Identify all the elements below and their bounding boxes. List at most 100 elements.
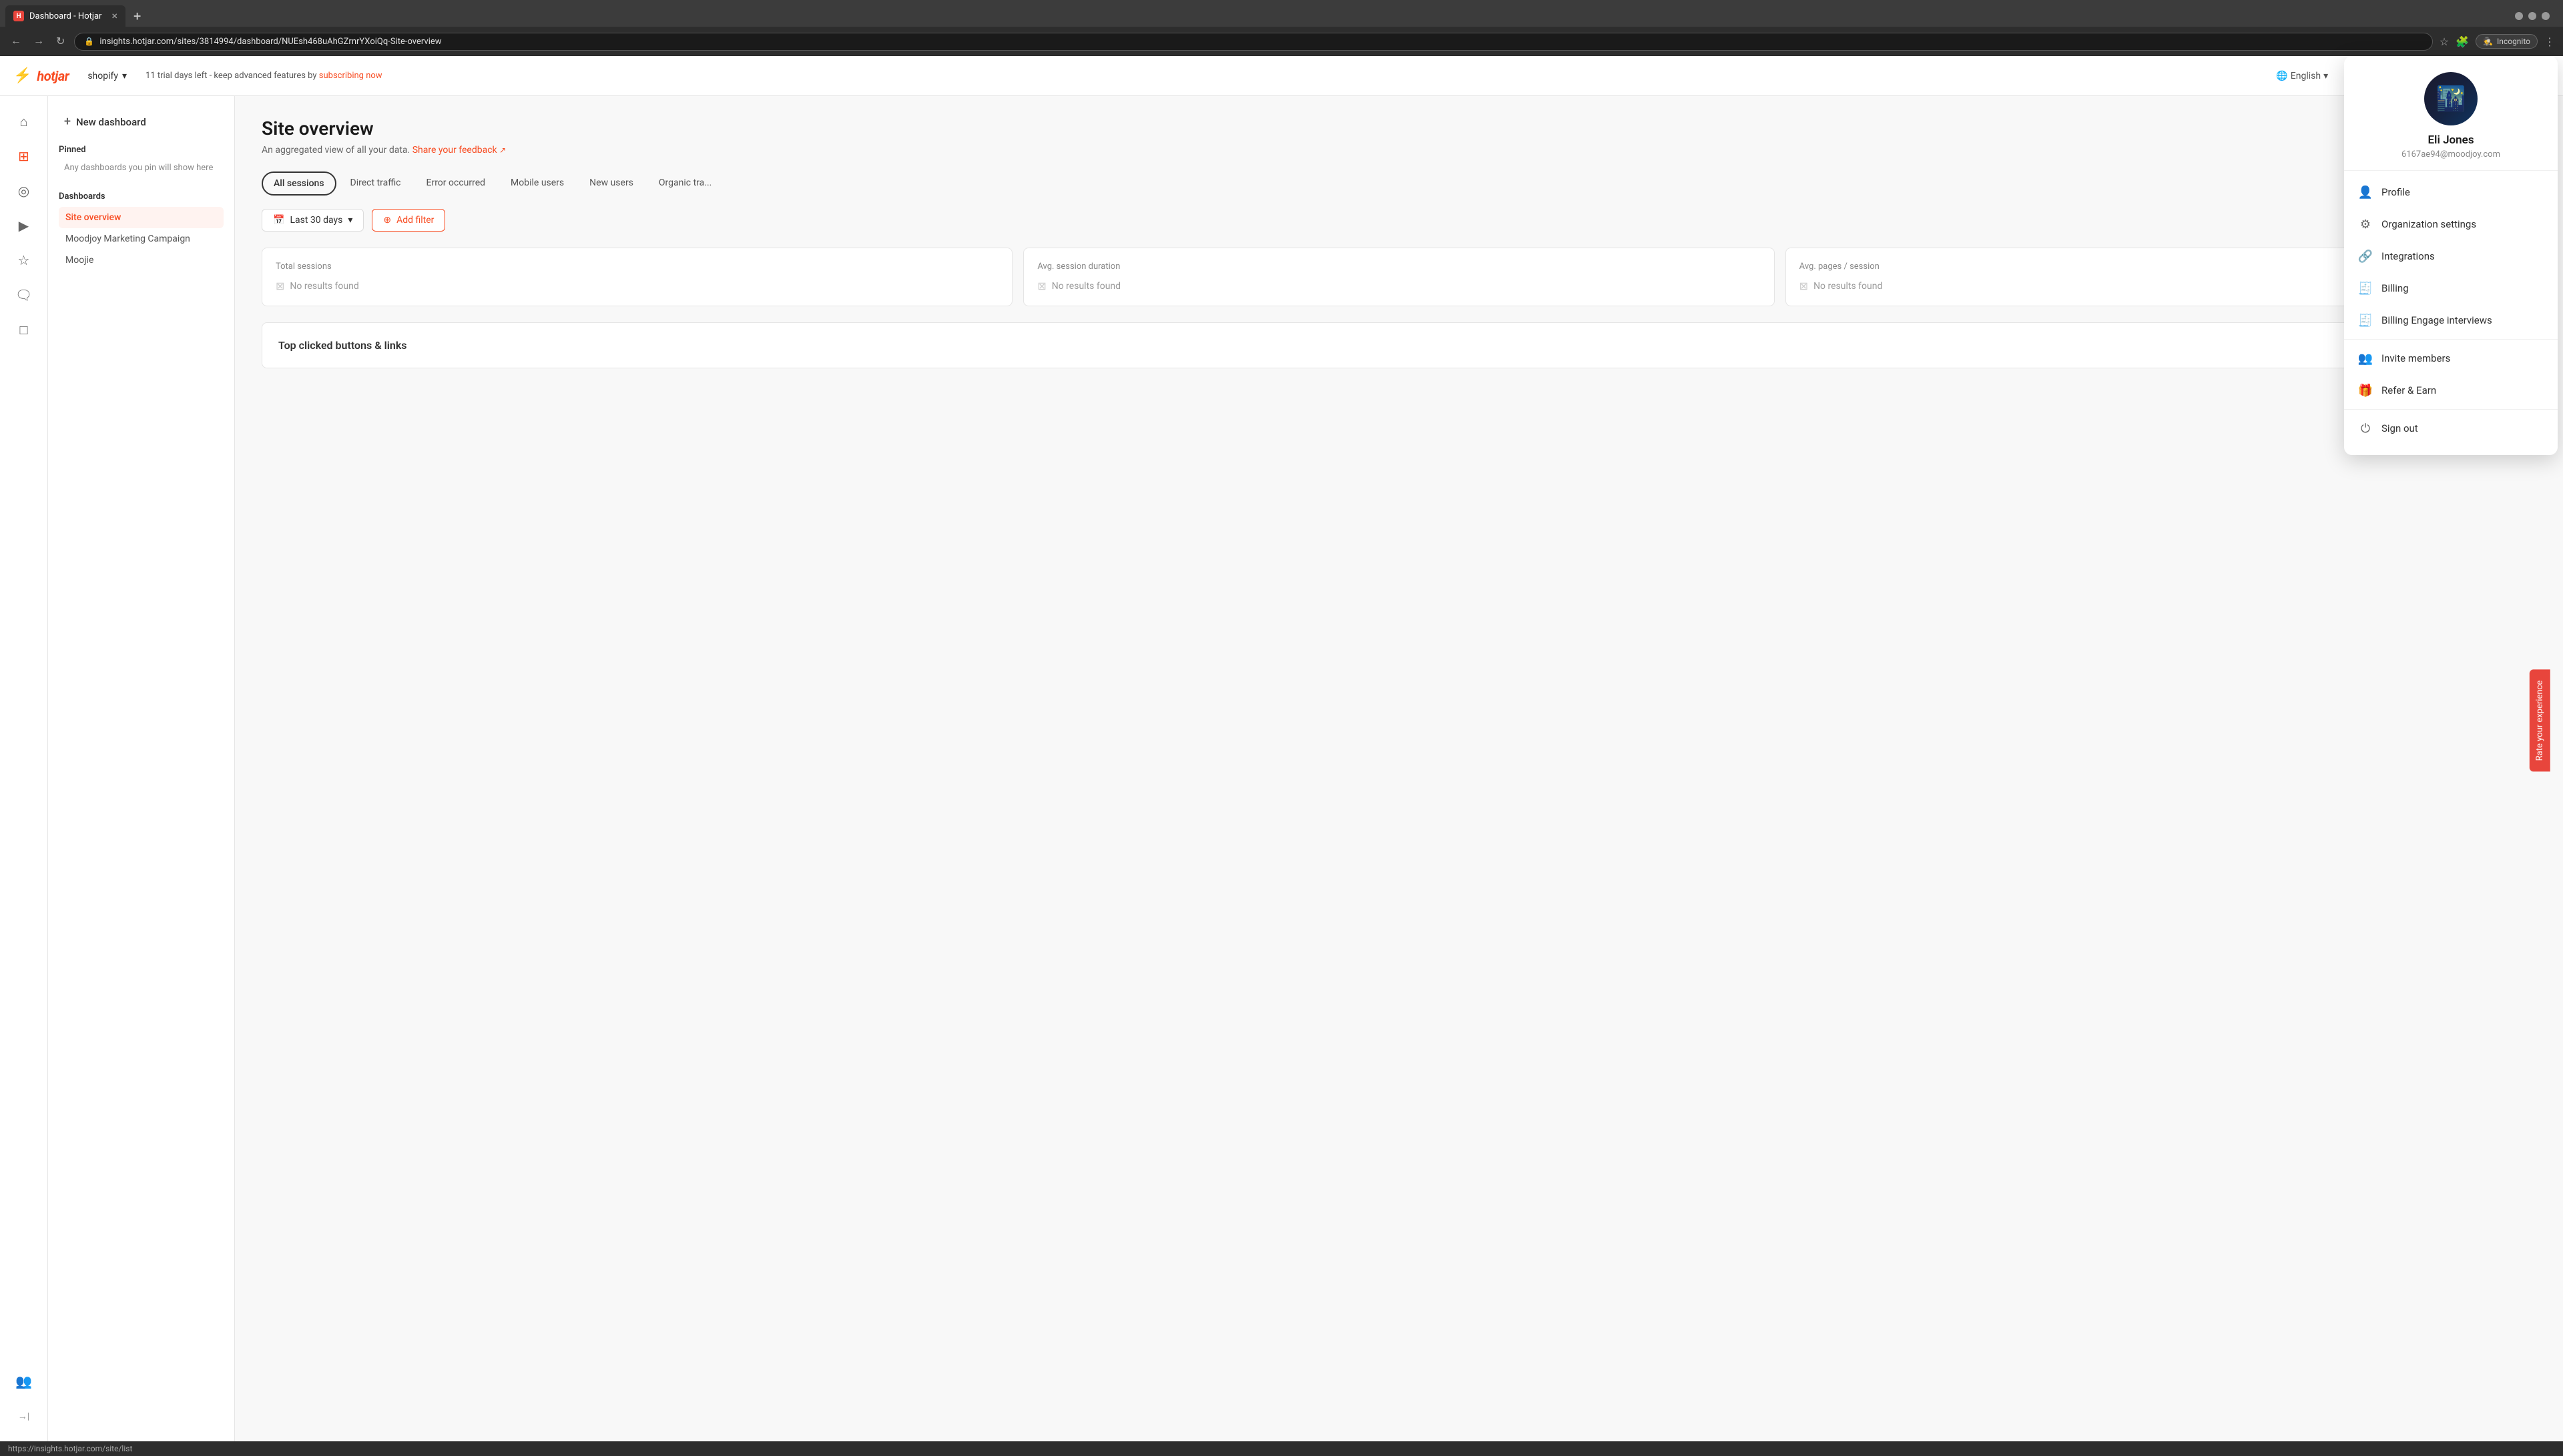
extension-icon[interactable]: 🧩: [2456, 35, 2469, 48]
stats-grid: Total sessions ⊠ No results found Avg. s…: [262, 248, 2536, 306]
invite-icon: 👥: [2357, 350, 2373, 366]
sidebar: ⌂ ⊞ ◎ ▶ ☆ 🗨 □ 👥 →|: [0, 96, 48, 1441]
user-dropdown: 🌃 Eli Jones 6167ae94@moodjoy.com 👤 Profi…: [2344, 56, 2558, 455]
dropdown-item-billing-engage[interactable]: 🧾 Billing Engage interviews: [2344, 304, 2558, 336]
feedback-link[interactable]: Share your feedback: [412, 145, 497, 155]
tab-error-occurred[interactable]: Error occurred: [415, 171, 497, 196]
sidebar-item-integrations[interactable]: □: [9, 315, 39, 344]
refer-icon: 🎁: [2357, 382, 2373, 398]
back-button[interactable]: ←: [8, 33, 24, 50]
filters-row: 📅 Last 30 days ▾ ⊕ Add filter: [262, 209, 2536, 232]
language-selector[interactable]: 🌐 English ▾: [2271, 68, 2333, 84]
stat-value-avg-duration: No results found: [1052, 281, 1121, 292]
tab-all-sessions[interactable]: All sessions: [262, 171, 336, 196]
incognito-badge: 🕵 Incognito: [2476, 34, 2538, 49]
profile-icon: 👤: [2357, 184, 2373, 200]
add-filter-button[interactable]: ⊕ Add filter: [372, 209, 445, 232]
left-panel: + New dashboard Pinned Any dashboards yo…: [48, 96, 235, 1441]
pinned-section-title: Pinned: [59, 145, 224, 155]
plus-icon: +: [64, 115, 71, 129]
hotjar-logo: ⚡ hotjar: [13, 67, 69, 84]
dropdown-header: 🌃 Eli Jones 6167ae94@moodjoy.com: [2344, 56, 2558, 171]
reload-button[interactable]: ↻: [53, 32, 67, 51]
tab-close-button[interactable]: ×: [111, 11, 117, 21]
top-nav: ⚡ hotjar shopify ▾ 11 trial days left - …: [0, 56, 2563, 96]
more-options-icon[interactable]: ⋮: [2544, 35, 2555, 48]
nav-item-moodjoy[interactable]: Moodjoy Marketing Campaign: [59, 228, 224, 250]
sidebar-item-users[interactable]: 👥: [9, 1367, 39, 1396]
session-tabs: All sessions Direct traffic Error occurr…: [262, 171, 2536, 196]
url-text: insights.hotjar.com/sites/3814994/dashbo…: [99, 37, 441, 47]
site-selector-chevron-icon: ▾: [122, 71, 127, 81]
sidebar-collapse-button[interactable]: →|: [9, 1401, 39, 1431]
signout-icon: ⏻: [2357, 420, 2373, 436]
page-title: Site overview: [262, 117, 2536, 139]
language-chevron-icon: ▾: [2323, 71, 2328, 81]
tab-new-users[interactable]: New users: [578, 171, 645, 196]
new-dashboard-button[interactable]: + New dashboard: [59, 109, 224, 134]
tab-favicon: H: [13, 11, 24, 21]
billing-icon: 🧾: [2357, 280, 2373, 296]
integrations-icon: 🔗: [2357, 248, 2373, 264]
window-minimize-button[interactable]: [2515, 12, 2523, 20]
tab-mobile-users[interactable]: Mobile users: [499, 171, 575, 196]
dropdown-menu: 👤 Profile ⚙ Organization settings 🔗 Inte…: [2344, 171, 2558, 450]
card-title-top-clicked: Top clicked buttons & links: [278, 339, 2520, 352]
subscribing-link[interactable]: subscribing now: [319, 71, 382, 81]
nav-item-moojie[interactable]: Moojie: [59, 250, 224, 271]
dropdown-item-invite[interactable]: 👥 Invite members: [2344, 342, 2558, 374]
bookmark-icon[interactable]: ☆: [2440, 35, 2449, 48]
tab-direct-traffic[interactable]: Direct traffic: [339, 171, 412, 196]
dropdown-item-org-settings[interactable]: ⚙ Organization settings: [2344, 208, 2558, 240]
address-bar[interactable]: 🔒 insights.hotjar.com/sites/3814994/dash…: [74, 33, 2432, 51]
user-name: Eli Jones: [2428, 133, 2474, 147]
tab-organic-traffic[interactable]: Organic tra...: [647, 171, 723, 196]
stat-value-total-sessions: No results found: [290, 281, 358, 292]
globe-icon: 🌐: [2276, 71, 2287, 81]
browser-tab[interactable]: H Dashboard - Hotjar ×: [5, 5, 125, 27]
filter-icon: ⊕: [383, 215, 391, 226]
stat-label-avg-duration: Avg. session duration: [1037, 262, 1760, 272]
dropdown-item-signout[interactable]: ⏻ Sign out: [2344, 412, 2558, 444]
dropdown-item-refer[interactable]: 🎁 Refer & Earn: [2344, 374, 2558, 406]
pinned-empty-message: Any dashboards you pin will show here: [59, 160, 224, 175]
no-data-icon-2: ⊠: [1037, 280, 1046, 292]
dashboards-section-title: Dashboards: [59, 192, 224, 202]
sidebar-item-recordings[interactable]: ▶: [9, 211, 39, 240]
dropdown-item-profile[interactable]: 👤 Profile: [2344, 176, 2558, 208]
site-selector[interactable]: shopify ▾: [82, 68, 132, 84]
user-email: 6167ae94@moodjoy.com: [2401, 149, 2500, 159]
dropdown-item-billing[interactable]: 🧾 Billing: [2344, 272, 2558, 304]
sidebar-item-dashboard[interactable]: ⊞: [9, 141, 39, 171]
date-chevron-icon: ▾: [348, 215, 352, 226]
nav-item-site-overview[interactable]: Site overview: [59, 207, 224, 228]
stat-card-avg-duration: Avg. session duration ⊠ No results found: [1023, 248, 1774, 306]
org-settings-icon: ⚙: [2357, 216, 2373, 232]
no-data-icon: ⊠: [276, 280, 284, 292]
rate-experience-button[interactable]: Rate your experience: [2530, 670, 2550, 772]
stat-card-total-sessions: Total sessions ⊠ No results found: [262, 248, 1013, 306]
main-content: Site overview An aggregated view of all …: [235, 96, 2563, 1441]
user-avatar-large: 🌃: [2424, 72, 2478, 125]
trial-banner: 11 trial days left - keep advanced featu…: [146, 71, 382, 81]
date-filter[interactable]: 📅 Last 30 days ▾: [262, 209, 364, 232]
top-clicked-card: Top clicked buttons & links: [262, 322, 2536, 368]
sidebar-item-heatmaps[interactable]: ◎: [9, 176, 39, 206]
calendar-icon: 📅: [273, 215, 284, 226]
security-icon: 🔒: [84, 37, 94, 46]
window-maximize-button[interactable]: [2528, 12, 2536, 20]
billing-engage-icon: 🧾: [2357, 312, 2373, 328]
page-subtitle: An aggregated view of all your data. Sha…: [262, 145, 2536, 155]
logo-icon: ⚡: [13, 67, 31, 84]
new-tab-button[interactable]: +: [128, 5, 146, 27]
forward-button[interactable]: →: [31, 33, 47, 50]
dropdown-item-integrations[interactable]: 🔗 Integrations: [2344, 240, 2558, 272]
sidebar-item-surveys[interactable]: ☆: [9, 246, 39, 275]
stat-value-avg-pages: No results found: [1813, 281, 1882, 292]
window-close-button[interactable]: [2542, 12, 2550, 20]
dropdown-divider-2: [2344, 409, 2558, 410]
sidebar-item-feedback[interactable]: 🗨: [9, 280, 39, 310]
tab-title: Dashboard - Hotjar: [29, 11, 101, 21]
sidebar-item-home[interactable]: ⌂: [9, 107, 39, 136]
external-link-icon: ↗: [499, 145, 506, 155]
